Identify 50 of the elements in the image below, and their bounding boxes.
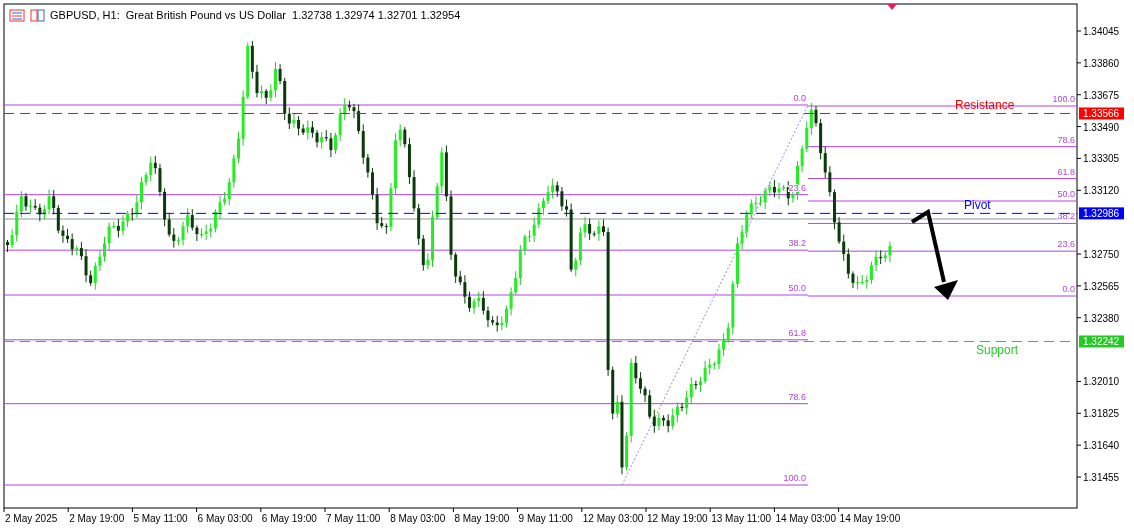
time-axis-label: 7 May 11:00 <box>326 513 381 524</box>
price-axis-label: 1.32565 <box>1083 280 1120 292</box>
price-axis-label: 1.32010 <box>1083 376 1120 388</box>
fibonacci-level-label: 0.0 <box>1062 284 1075 294</box>
time-axis-label: 13 May 11:00 <box>711 513 772 524</box>
price-axis-label: 1.31455 <box>1083 472 1120 483</box>
symbol-info: GBPUSD, H1: Great British Pound vs US Dollar 1.32738 1.32974 1.32701 1.32954 <box>50 9 461 21</box>
price-axis-label: 1.33120 <box>1083 185 1120 197</box>
time-axis-label: 12 May 03:00 <box>582 513 644 524</box>
time-axis-label: 9 May 11:00 <box>518 513 573 524</box>
price-axis-label: 1.33305 <box>1083 153 1120 165</box>
time-axis-label: 2 May 19:00 <box>69 513 125 524</box>
price-tag: 1.32242 <box>1079 335 1124 348</box>
time-axis-label: 6 May 19:00 <box>261 513 317 524</box>
level-label: Support <box>976 343 1019 358</box>
fibonacci-level-label: 78.6 <box>788 391 806 402</box>
time-axis-label: 12 May 19:00 <box>647 513 708 524</box>
price-tag: 1.33566 <box>1079 107 1124 120</box>
price-axis-label: 1.33675 <box>1083 89 1120 101</box>
fibonacci-level-label: 50.0 <box>788 283 806 293</box>
price-axis-label: 1.32380 <box>1083 312 1120 324</box>
fibonacci-level-label: 50.0 <box>1057 189 1075 199</box>
time-axis-label: 14 May 19:00 <box>839 513 901 524</box>
time-axis-label: 6 May 03:00 <box>197 513 253 524</box>
fibonacci-level-label: 38.2 <box>788 238 806 249</box>
level-label: Resistance <box>955 98 1015 113</box>
price-axis-label: 1.33860 <box>1083 57 1120 69</box>
price-axis-label: 1.33490 <box>1083 121 1120 133</box>
price-axis-label: 1.31825 <box>1083 408 1120 420</box>
price-axis-label: 1.34045 <box>1083 26 1120 37</box>
fibonacci-level-label: 78.6 <box>1057 134 1075 145</box>
menu-icon[interactable] <box>9 9 25 22</box>
fibonacci-level-label: 100.0 <box>1052 94 1075 104</box>
time-axis-label: 8 May 19:00 <box>454 513 510 524</box>
fibonacci-level-label: 100.0 <box>783 473 806 483</box>
level-label: Pivot <box>964 198 991 213</box>
fibonacci-level-label: 61.8 <box>788 327 806 338</box>
time-axis-label: 8 May 03:00 <box>390 513 446 524</box>
time-axis-label: 5 May 11:00 <box>133 513 188 524</box>
time-axis-label: 14 May 03:00 <box>775 513 836 524</box>
fibonacci-level-label: 38.2 <box>1057 211 1075 222</box>
price-axis-label: 1.31640 <box>1083 440 1120 452</box>
chart-window-icon[interactable] <box>30 9 45 22</box>
time-axis-label: 2 May 2025 <box>5 513 58 524</box>
fibonacci-level-label: 0.0 <box>793 93 806 103</box>
shift-marker-icon[interactable] <box>887 4 897 10</box>
fibonacci-level-label: 61.8 <box>1057 166 1075 177</box>
price-axis-label: 1.32750 <box>1083 249 1120 260</box>
fibonacci-level-label: 23.6 <box>1057 239 1075 250</box>
price-tag: 1.32986 <box>1079 207 1124 220</box>
